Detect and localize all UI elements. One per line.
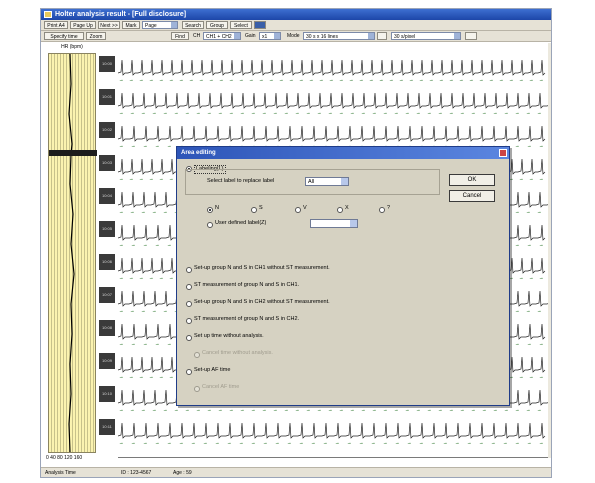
- mode-select[interactable]: 30 s x 16 lines: [303, 32, 375, 40]
- option-3-label: Set-up group N and S in CH2 without ST m…: [194, 299, 330, 305]
- gain-select[interactable]: x1: [259, 32, 281, 40]
- status-bar: Analysis Time ID : 123-4567 Age : 59: [41, 467, 551, 477]
- print-button[interactable]: Print A4: [44, 21, 68, 29]
- trend-graph[interactable]: [48, 53, 97, 453]
- ecg-strip-row: [118, 92, 548, 114]
- page-up-button[interactable]: Page Up: [70, 21, 96, 29]
- label-option-n: N: [215, 205, 219, 211]
- toolbar-main: Print A4 Page Up Next >> Mark Page Searc…: [41, 20, 551, 31]
- title-bar: Holter analysis result - [Full disclosur…: [41, 9, 551, 20]
- label-radio-unknown[interactable]: [379, 207, 385, 213]
- time-label: 10:08: [99, 320, 115, 336]
- time-label: 10:00: [99, 56, 115, 72]
- area-editing-dialog: Area editing Labeling(L) Select label to…: [176, 146, 510, 406]
- zoom-button[interactable]: Zoom: [86, 32, 106, 40]
- hr-trend-line: [68, 54, 75, 452]
- label-option-s: S: [259, 205, 263, 211]
- ecg-strip-row: [118, 422, 546, 444]
- cancel-af-label: Cancel AF time: [202, 384, 240, 390]
- replace-label-value: All: [308, 179, 315, 185]
- app-icon: [44, 11, 52, 18]
- zoom-apply-button[interactable]: [465, 32, 477, 40]
- option-4-label: ST measurement of group N and S in CH2.: [194, 316, 300, 322]
- select-label-text: Select label to replace label: [207, 178, 275, 184]
- trend-position-marker[interactable]: [49, 150, 97, 156]
- time-label: 10:06: [99, 254, 115, 270]
- time-label: 10:10: [99, 386, 115, 402]
- find-button[interactable]: Find: [171, 32, 189, 40]
- label-option-v: V: [303, 205, 307, 211]
- user-defined-label: User defined label(Z): [215, 220, 267, 226]
- time-label: 10:03: [99, 155, 115, 171]
- ecg-strip-row: [118, 125, 546, 147]
- option-radio-1[interactable]: [186, 267, 192, 273]
- next-button[interactable]: Next >>: [98, 21, 120, 29]
- channel-select[interactable]: CH1 + CH2: [203, 32, 241, 40]
- page-select[interactable]: Page: [142, 21, 178, 29]
- time-label: 10:01: [99, 89, 115, 105]
- cancel-time-radio: [194, 352, 200, 358]
- dialog-title: Area editing: [177, 147, 509, 159]
- option-radio-2[interactable]: [186, 284, 192, 290]
- label-radio-s[interactable]: [251, 207, 257, 213]
- mark-button[interactable]: Mark: [122, 21, 140, 29]
- cancel-time-label: Cancel time without analysis.: [202, 350, 273, 356]
- label-option-x: X: [345, 205, 349, 211]
- status-id: ID : 123-4567: [121, 470, 152, 476]
- option-radio-4[interactable]: [186, 318, 192, 324]
- group-button[interactable]: Group: [206, 21, 228, 29]
- user-defined-select[interactable]: [310, 219, 358, 228]
- specify-time-button[interactable]: Specify time: [44, 32, 84, 40]
- option-radio-5[interactable]: [186, 335, 192, 341]
- hr-trend-panel: HR (bpm) 0 40 80 120 160: [46, 43, 98, 461]
- time-label: 10:09: [99, 353, 115, 369]
- trend-title: HR (bpm): [61, 44, 83, 50]
- mode-label: Mode: [287, 33, 300, 39]
- gain-label: Gain: [245, 33, 256, 39]
- status-analysis-time: Analysis Time: [45, 470, 76, 476]
- search-button[interactable]: Search: [182, 21, 204, 29]
- option-5-label: Set up time without analysis.: [194, 333, 264, 339]
- label-option-unknown: ?: [387, 205, 391, 211]
- select-button[interactable]: Select: [230, 21, 252, 29]
- user-defined-radio[interactable]: [207, 222, 213, 228]
- time-ruler: [118, 457, 548, 465]
- cancel-button[interactable]: Cancel: [449, 190, 495, 202]
- status-age: Age : 59: [173, 470, 192, 476]
- setup-af-label: Set-up AF time: [194, 367, 231, 373]
- setup-af-radio[interactable]: [186, 369, 192, 375]
- cancel-af-radio: [194, 386, 200, 392]
- ch-label: CH: [193, 33, 201, 39]
- zoom-select[interactable]: 30 s/pixel: [391, 32, 461, 40]
- option-2-label: ST measurement of group N and S in CH1.: [194, 282, 300, 288]
- label-radio-v[interactable]: [295, 207, 301, 213]
- close-icon[interactable]: [499, 149, 507, 157]
- label-radio-x[interactable]: [337, 207, 343, 213]
- time-label: 10:11: [99, 419, 115, 435]
- trend-axis: 0 40 80 120 160: [46, 455, 83, 461]
- time-label: 10:05: [99, 221, 115, 237]
- time-label: 10:02: [99, 122, 115, 138]
- option-radio-3[interactable]: [186, 301, 192, 307]
- chevron-down-icon: [350, 220, 357, 227]
- toolbar-secondary: Specify time Zoom Find CH CH1 + CH2 Gain…: [41, 31, 551, 42]
- time-label: 10:04: [99, 188, 115, 204]
- replace-label-select[interactable]: All: [305, 177, 349, 186]
- grid-icon[interactable]: [254, 21, 266, 29]
- vertical-scrollbar[interactable]: [548, 43, 551, 458]
- time-label-column: 10:00 10:01 10:02 10:03 10:04 10:05 10:06 10:07…: [98, 51, 116, 451]
- ok-button[interactable]: OK: [449, 174, 495, 186]
- mode-apply-button[interactable]: [377, 32, 387, 40]
- window-title: Holter analysis result - [Full disclosur…: [55, 11, 187, 18]
- chevron-down-icon: [341, 178, 348, 185]
- ecg-strip-row: [118, 59, 546, 81]
- time-label: 10:07: [99, 287, 115, 303]
- label-radio-n[interactable]: [207, 207, 213, 213]
- option-1-label: Set-up group N and S in CH1 without ST m…: [194, 265, 330, 271]
